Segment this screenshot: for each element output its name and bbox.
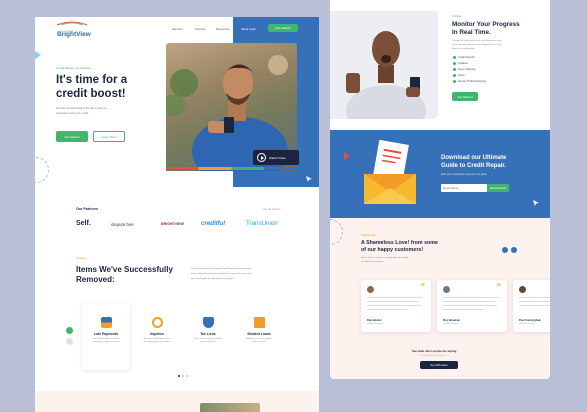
decor-triangle xyxy=(344,152,350,160)
graduation-cap-icon xyxy=(253,317,265,328)
reviewer-role: Verified Customer xyxy=(367,323,383,325)
nav-services[interactable]: Services xyxy=(172,27,183,31)
nav-get-started-button[interactable]: Get Started xyxy=(268,24,298,32)
services-eyebrow: Services xyxy=(76,257,86,260)
hero-title-line2: credit boost! xyxy=(56,88,126,100)
hero-color-bar xyxy=(166,167,297,170)
reviewer-name: Paul Cunningham xyxy=(519,319,542,322)
guide-title-line2: Guide to Credit Repair. xyxy=(441,163,507,169)
see-all-reviews-button[interactable]: See All Reviews xyxy=(420,361,458,369)
service-item-student-loans: Student Loans Address errors on student … xyxy=(234,317,284,344)
reviewer-role: Verified Customer xyxy=(443,323,459,325)
services-title-line2: Removed: xyxy=(76,275,115,284)
testimonial-card: ” Rob Bender Verified Customer xyxy=(361,280,431,332)
testimonials-eyebrow: Testimonials xyxy=(361,234,376,237)
testimonials-desc-line1: Here's what our clients are saying about… xyxy=(361,257,409,259)
progress-eyebrow: Process xyxy=(452,15,462,18)
services-desc-line1: The Fastest, Most Professional Credit Re… xyxy=(191,268,252,270)
service-item-tax-liens: Tax Liens We'll contest tax liens holdin… xyxy=(183,317,233,344)
logo-mark-icon xyxy=(56,21,88,26)
testimonial-card: Paul Cunningham Verified Customer xyxy=(513,280,550,332)
homepage-mockup: BrightView CREDIT REPAIR Services Proces… xyxy=(35,17,319,412)
testimonials-prev-button[interactable] xyxy=(502,247,508,253)
hero-learn-more-button[interactable]: Learn More xyxy=(93,131,125,142)
nav-client-login[interactable]: Client Login xyxy=(241,27,256,31)
testimonials-rating: 4.9 ★★★★★ 978 Reviews xyxy=(420,355,447,357)
envelope-document-icon xyxy=(364,139,416,204)
guide-download-button[interactable]: Download Now xyxy=(487,184,509,192)
nav-resources[interactable]: Resources xyxy=(216,27,229,31)
partner-logo-self: Self. xyxy=(76,220,91,227)
services-title-line1: Items We've Successfully xyxy=(76,265,173,274)
checklist-item: Score Tracking xyxy=(453,68,475,71)
partners-heading: Our Partners xyxy=(76,207,98,211)
features-page-mockup: Process Monitor Your Progress In Real Ti… xyxy=(330,0,550,379)
guide-title-line1: Download our Ultimate xyxy=(441,155,507,161)
shield-icon xyxy=(202,317,214,328)
guide-desc: Enter your email below to get your free … xyxy=(441,174,488,176)
watch-video-button[interactable]: Watch Video xyxy=(253,150,299,165)
service-item-late-payments: Late Payments Get rid of the late or mis… xyxy=(81,317,131,344)
partner-logo-transunion: TransUnion xyxy=(246,220,278,227)
progress-photo xyxy=(330,11,438,119)
quote-icon: ” xyxy=(496,282,502,292)
credit-card-icon xyxy=(100,317,112,328)
play-icon xyxy=(257,153,266,162)
progress-desc-line2: and every item removed, so you always kn… xyxy=(452,44,501,46)
carousel-next-button[interactable] xyxy=(66,327,73,334)
checklist-item: Credit Reports xyxy=(453,56,475,59)
magnifier-icon xyxy=(151,317,163,328)
partner-logo-disputebee: dispute bee xyxy=(111,222,134,227)
excited-man-illustration xyxy=(330,11,438,119)
progress-desc-line1: Through our client portal, track every d… xyxy=(452,40,502,42)
partners-view-all-link[interactable]: View all partners xyxy=(263,208,281,211)
carousel-dots[interactable] xyxy=(178,375,188,377)
cursor-arrow-icon xyxy=(306,176,312,182)
guide-email-input[interactable] xyxy=(441,184,487,192)
checklist-item: Alerts xyxy=(453,74,465,77)
next-section-band xyxy=(35,391,319,412)
hero-desc-line2: accurately report your credit. xyxy=(56,112,89,115)
services-desc-line3: reach their goals for improving their po… xyxy=(191,278,235,280)
testimonials-footer-text: See what other people are saying xyxy=(412,349,457,353)
next-section-image xyxy=(200,403,260,412)
watch-video-label: Watch Video xyxy=(269,155,286,160)
decor-circle xyxy=(35,157,49,183)
logo[interactable]: BrightView CREDIT REPAIR xyxy=(56,21,91,41)
decor-triangle xyxy=(35,51,41,59)
reviewer-name: Ron Breadner xyxy=(443,319,461,322)
nav-process[interactable]: Process xyxy=(195,27,205,31)
hero-desc-line1: We take full advantage of the law to hel… xyxy=(56,107,108,110)
reviewer-role: Verified Customer xyxy=(519,323,535,325)
progress-title-line2: In Real Time. xyxy=(452,29,491,36)
partner-logo-crediful: credilful xyxy=(201,220,226,227)
partner-logo-brightview: BRIGHTVIEW xyxy=(161,222,184,226)
testimonials-next-button[interactable] xyxy=(511,247,517,253)
avatar xyxy=(443,286,450,293)
avatar xyxy=(367,286,374,293)
progress-desc-line3: where your credit stands. xyxy=(452,48,476,50)
checklist-item: Updates xyxy=(453,62,468,65)
testimonials-desc-line2: we helped them achieve. xyxy=(361,261,384,263)
hero-get-started-button[interactable]: Get Started xyxy=(56,131,88,142)
testimonials-title-line1: A Shameless Love! from some xyxy=(361,240,438,246)
quote-icon: ” xyxy=(420,282,426,292)
hero-title-line1: It's time for a xyxy=(56,74,128,86)
hero-eyebrow: Credit Repair Los Angeles xyxy=(56,66,91,70)
avatar xyxy=(519,286,526,293)
reviewer-name: Rob Bender xyxy=(367,319,382,322)
progress-get-started-button[interactable]: Get Started xyxy=(452,92,478,101)
cursor-arrow-icon xyxy=(533,200,539,206)
progress-title-line1: Monitor Your Progress xyxy=(452,21,520,28)
service-item-inquiries: Inquiries Remove hard inquiries that are… xyxy=(132,317,182,344)
logo-tagline: CREDIT REPAIR xyxy=(60,31,74,33)
carousel-prev-button[interactable] xyxy=(66,338,73,345)
services-desc-line2: been helping hard-working individuals in… xyxy=(191,273,252,275)
checklist-item: Identity Theft Monitoring xyxy=(453,80,486,83)
testimonial-card: ” Ron Breadner Verified Customer xyxy=(437,280,507,332)
testimonials-title-line2: of our happy customers! xyxy=(361,247,424,253)
